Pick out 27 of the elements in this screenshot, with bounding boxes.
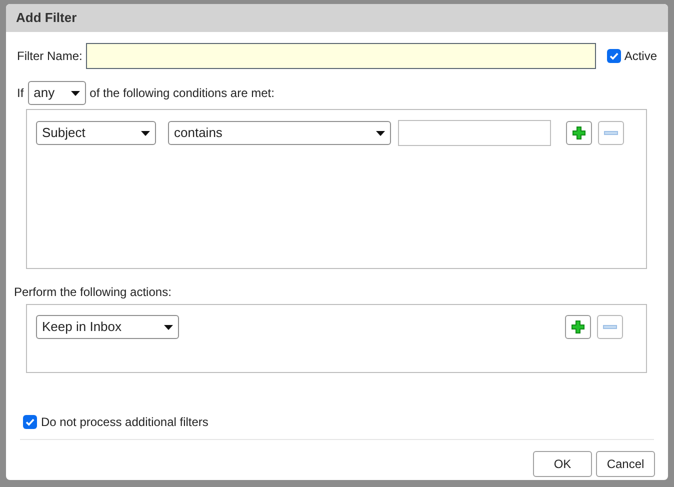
caret-icon	[376, 130, 385, 136]
dropdown[interactable]: contains	[168, 121, 391, 145]
minus-icon	[604, 131, 618, 135]
checkbox[interactable]	[23, 415, 37, 429]
conditions-label: of the following conditions are met:	[90, 85, 274, 102]
add-button[interactable]	[565, 315, 591, 339]
dropdown[interactable]: any	[28, 81, 86, 105]
caret-icon	[70, 90, 80, 96]
filter-name-field[interactable]	[86, 43, 596, 69]
plus-icon	[572, 126, 586, 140]
dropdown[interactable]: Keep in Inbox	[36, 315, 179, 339]
dialog-button[interactable]: OK	[533, 451, 592, 477]
if-label: If	[17, 85, 24, 102]
active-label: Active	[624, 48, 658, 65]
dialog-button[interactable]: Cancel	[596, 451, 655, 477]
checkbox[interactable]	[607, 49, 622, 63]
dialog-title: Add Filter	[6, 4, 668, 32]
filter-name-label: Filter Name:	[17, 48, 82, 65]
caret-icon	[141, 130, 150, 136]
condition-value-field[interactable]	[398, 120, 551, 146]
dropdown[interactable]: Subject	[36, 121, 156, 145]
do-not-process-label: Do not process additional filters	[41, 414, 208, 431]
minus-icon	[603, 325, 617, 329]
plus-icon	[571, 320, 585, 334]
caret-icon	[164, 324, 173, 330]
actions-label: Perform the following actions:	[14, 284, 172, 301]
add-button[interactable]	[566, 121, 592, 145]
